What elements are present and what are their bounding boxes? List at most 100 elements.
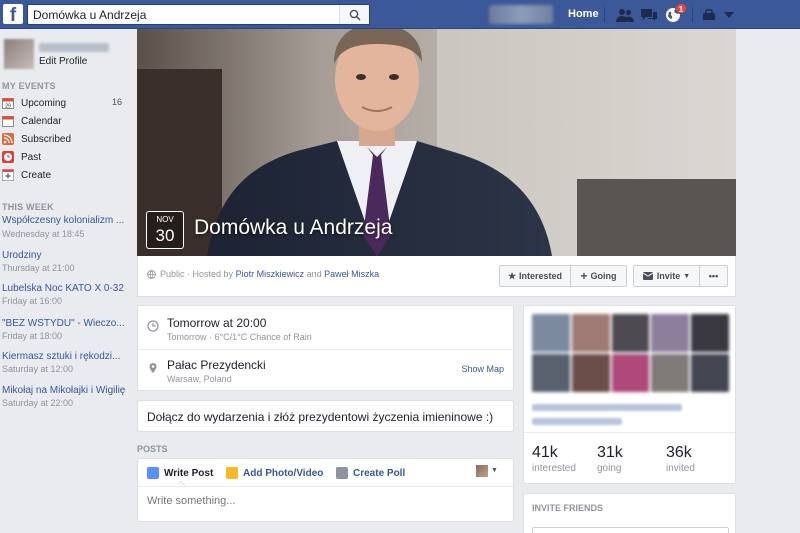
sidebar-event-time: Thursday at 21:00 — [2, 263, 75, 273]
sidebar-event-time: Friday at 18:00 — [2, 331, 63, 341]
notification-badge: 1 — [675, 3, 687, 14]
sidebar-event-link[interactable]: Współczesny kolonializm ... — [2, 215, 124, 226]
tab-label: Create Poll — [353, 467, 406, 479]
invite-friends-heading: INVITE FRIENDS — [532, 503, 604, 513]
event-host-info: Public · Hosted by Piotr Miszkiewicz and… — [147, 269, 379, 279]
invite-button[interactable]: Invite ▼ — [633, 265, 700, 287]
tab-label: Add Photo/Video — [243, 467, 324, 479]
event-place[interactable]: Pałac Prezydencki — [167, 358, 266, 372]
guests-card: 41k interested 31k going 36k invited — [523, 305, 736, 484]
going-label: going — [597, 463, 622, 474]
search-icon — [349, 9, 361, 21]
going-button[interactable]: + Going — [570, 265, 627, 287]
sidebar-item-calendar[interactable]: Calendar — [2, 113, 126, 129]
plus-icon: + — [580, 269, 588, 283]
clock-icon — [2, 151, 14, 163]
friend-requests-icon[interactable] — [616, 6, 634, 23]
cover-photo[interactable]: NOV 30 Domówka u Andrzeja — [137, 29, 736, 256]
location-pin-icon — [149, 363, 157, 373]
invited-count: 36k — [666, 444, 692, 461]
sidebar-item-label: Past — [21, 151, 42, 163]
write-something-input[interactable] — [147, 495, 497, 507]
event-actions-bar: Public · Hosted by Piotr Miszkiewicz and… — [137, 256, 736, 297]
avatar[interactable] — [4, 39, 34, 69]
messages-icon[interactable] — [640, 6, 658, 23]
interested-label: Interested — [519, 271, 563, 281]
home-link[interactable]: Home — [568, 8, 599, 20]
sidebar-event-link[interactable]: "BEZ WSTYDU" - Wieczo... — [2, 318, 125, 329]
tab-add-photo-video[interactable]: Add Photo/Video — [226, 467, 323, 479]
my-events-heading: MY EVENTS — [2, 81, 56, 91]
friends-going-text[interactable] — [532, 418, 622, 425]
divider — [604, 7, 605, 22]
sidebar-item-upcoming[interactable]: 29 Upcoming 16 — [2, 95, 126, 111]
avatar[interactable] — [476, 465, 488, 477]
sidebar-event-time: Wednesday at 18:45 — [2, 229, 85, 239]
search-button[interactable] — [339, 5, 369, 24]
sidebar-item-label: Upcoming — [21, 97, 67, 109]
sidebar-event-time: Friday at 16:00 — [2, 296, 63, 306]
poll-icon — [336, 467, 348, 479]
event-title: Domówka u Andrzeja — [194, 216, 393, 239]
sidebar-event-link[interactable]: Mikołaj na Mikołajki i Wigilię — [2, 385, 125, 396]
host-link[interactable]: Paweł Miszka — [324, 269, 379, 279]
sidebar-item-past[interactable]: Past — [2, 149, 126, 165]
interested-stat[interactable]: 41k interested — [532, 444, 592, 474]
sidebar-event-time: Saturday at 22:00 — [2, 398, 74, 408]
sidebar-event-link[interactable]: Lubelska Noc KATO X 0-32 — [2, 283, 124, 294]
sidebar-item-label: Subscribed — [21, 133, 72, 145]
friends-going-text[interactable] — [532, 404, 682, 411]
this-week-heading: THIS WEEK — [2, 202, 54, 212]
tab-create-poll[interactable]: Create Poll — [336, 467, 405, 479]
profile-name[interactable] — [39, 43, 109, 52]
sidebar-event-link[interactable]: Kiermasz sztuki i rękodzi... — [2, 351, 120, 362]
edit-profile-link[interactable]: Edit Profile — [39, 56, 87, 67]
divider — [524, 432, 735, 433]
search-input[interactable] — [33, 7, 333, 22]
tab-pointer — [177, 480, 187, 490]
event-time-row: Tomorrow at 20:00 Tomorrow · 6°C/1°C Cha… — [147, 316, 312, 342]
event-month: NOV — [156, 215, 174, 224]
more-options-button[interactable]: ••• — [699, 265, 728, 287]
invited-stat[interactable]: 36k invited — [666, 444, 726, 474]
sidebar-event-link[interactable]: Urodziny — [2, 250, 41, 261]
tab-write-post[interactable]: Write Post — [147, 467, 213, 479]
invite-label: Invite — [656, 271, 681, 281]
privacy-shortcuts-icon[interactable] — [700, 6, 718, 23]
top-navigation-bar: f Home 1 — [0, 0, 800, 29]
plus-icon — [2, 169, 14, 181]
going-count: 31k — [597, 444, 623, 461]
clock-icon — [147, 320, 159, 332]
interested-count: 41k — [532, 444, 558, 461]
facebook-logo[interactable]: f — [3, 4, 23, 24]
host-link[interactable]: Piotr Miszkiewicz — [236, 269, 305, 279]
event-time: Tomorrow at 20:00 — [167, 316, 267, 330]
photo-icon — [226, 467, 238, 479]
pencil-icon — [147, 467, 159, 479]
invite-friends-card: INVITE FRIENDS — [523, 493, 736, 533]
event-description: Dołącz do wydarzenia i złóż prezydentowi… — [147, 410, 494, 424]
guest-photos[interactable] — [532, 314, 729, 392]
sidebar-item-subscribed[interactable]: Subscribed — [2, 131, 126, 147]
calendar-icon — [2, 115, 14, 127]
hosted-prefix: Public · Hosted by — [160, 269, 234, 279]
host-conjunction: and — [306, 269, 322, 279]
event-details-card: Tomorrow at 20:00 Tomorrow · 6°C/1°C Cha… — [137, 305, 514, 391]
event-date-badge: NOV 30 — [146, 211, 184, 249]
show-map-link[interactable]: Show Map — [461, 364, 504, 374]
sidebar-item-create[interactable]: Create — [2, 167, 126, 183]
search-box — [27, 4, 370, 25]
event-description-card: Dołącz do wydarzenia i złóż prezydentowi… — [137, 400, 514, 432]
interested-button[interactable]: ★ Interested — [499, 265, 571, 287]
invite-friends-input[interactable] — [532, 527, 729, 533]
event-city: Warsaw, Poland — [167, 374, 232, 384]
chevron-down-icon[interactable]: ▼ — [491, 467, 498, 474]
account-menu-icon[interactable] — [720, 6, 738, 23]
rss-icon — [2, 133, 14, 145]
profile-shortcut[interactable] — [489, 5, 553, 24]
going-stat[interactable]: 31k going — [597, 444, 657, 474]
divider — [692, 7, 693, 22]
divider — [138, 486, 513, 487]
divider — [138, 349, 513, 350]
sidebar-item-label: Create — [21, 169, 52, 181]
